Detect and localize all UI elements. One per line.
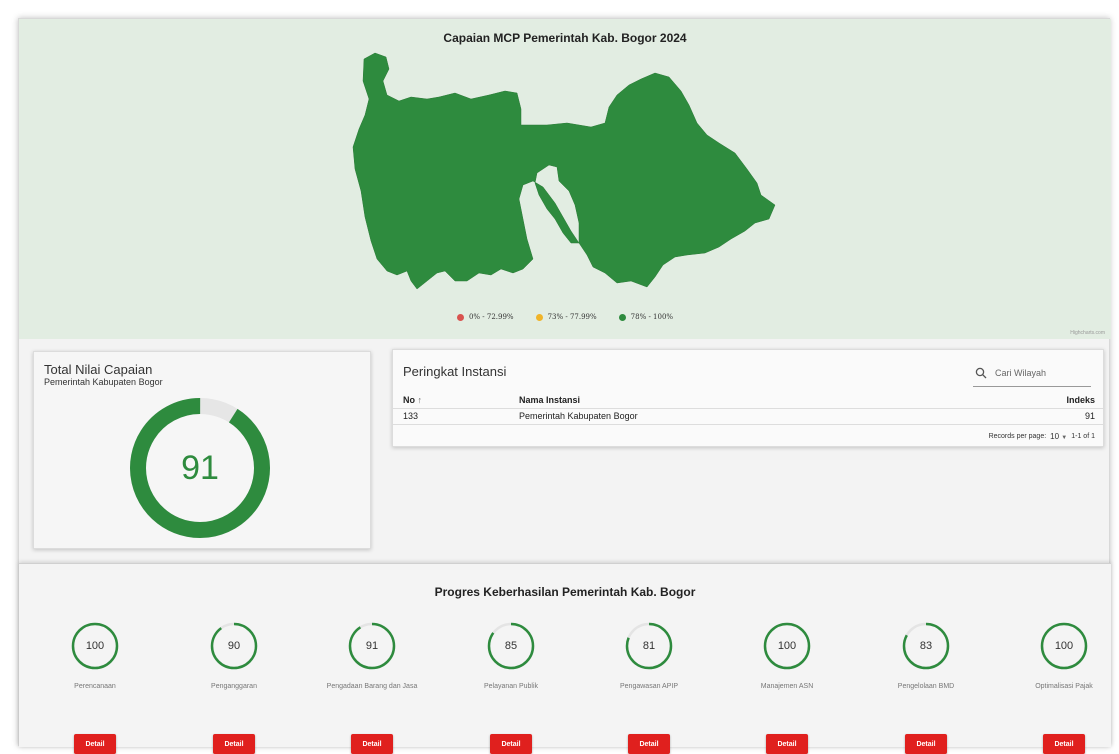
progress-title: Progres Keberhasilan Pemerintah Kab. Bog…	[434, 585, 696, 599]
search-input[interactable]	[995, 368, 1075, 378]
progress-value: 91	[365, 640, 379, 652]
progress-label: Pengelolaan BMD	[897, 683, 955, 690]
records-per-page-select[interactable]: 10 ▼	[1050, 432, 1067, 441]
column-header-no-label: No	[403, 395, 415, 405]
row-index: 91	[1084, 411, 1095, 421]
progress-value: 81	[642, 640, 656, 652]
detail-button[interactable]: Detail	[766, 734, 808, 754]
column-header-name[interactable]: Nama Instansi	[519, 395, 580, 405]
dashboard-frame: Capaian MCP Pemerintah Kab. Bogor 2024 0…	[18, 18, 1111, 754]
progress-label: Pengawasan APIP	[620, 683, 678, 690]
detail-button[interactable]: Detail	[74, 734, 116, 754]
progress-value: 100	[85, 640, 105, 652]
map-canvas	[352, 52, 776, 290]
detail-button[interactable]: Detail	[351, 734, 393, 754]
map-legend: 0% - 72.99% 73% - 77.99% 78% - 100%	[19, 313, 1111, 321]
records-per-page-value: 10	[1050, 432, 1060, 441]
total-score-value: 91	[181, 448, 219, 487]
records-per-page-label: Records per page:	[988, 433, 1047, 440]
search-icon	[975, 367, 987, 379]
progress-value: 100	[777, 640, 797, 652]
legend-item[interactable]: 0% - 72.99%	[456, 313, 514, 321]
map-region-bogor[interactable]	[352, 52, 776, 290]
column-header-index[interactable]: Indeks	[1066, 395, 1095, 405]
progress-value: 100	[1054, 640, 1074, 652]
legend-item[interactable]: 78% - 100%	[618, 313, 674, 321]
progress-card: Progres Keberhasilan Pemerintah Kab. Bog…	[19, 563, 1111, 754]
row-no: 133	[403, 411, 419, 421]
row-divider	[393, 424, 1103, 425]
progress-label: Optimalisasi Pajak	[1035, 683, 1093, 690]
ranking-title: Peringkat Instansi	[403, 364, 507, 379]
pagination-range: 1-1 of 1	[1071, 433, 1095, 440]
row-name: Pemerintah Kabupaten Bogor	[519, 411, 638, 421]
detail-button[interactable]: Detail	[628, 734, 670, 754]
progress-value: 90	[227, 640, 241, 652]
ranking-card: Peringkat Instansi No ↑ Nama Instansi In…	[392, 349, 1104, 447]
total-score-subtitle: Pemerintah Kabupaten Bogor	[44, 377, 163, 387]
detail-button[interactable]: Detail	[905, 734, 947, 754]
legend-dot-icon	[535, 313, 543, 321]
legend-item[interactable]: 73% - 77.99%	[535, 313, 597, 321]
highcharts-credits[interactable]: Highcharts.com	[1070, 330, 1105, 336]
progress-label: Pengadaan Barang dan Jasa	[326, 683, 418, 690]
sort-arrow-up-icon: ↑	[417, 395, 423, 405]
progress-label: Penganggaran	[211, 683, 257, 690]
legend-dot-icon	[618, 313, 626, 321]
header-divider	[393, 408, 1103, 409]
search-box[interactable]	[973, 360, 1091, 387]
legend-label: 73% - 77.99%	[547, 313, 597, 321]
progress-label: Perencanaan	[74, 683, 116, 690]
progress-value: 85	[504, 640, 518, 652]
caret-down-icon: ▼	[1061, 435, 1068, 441]
progress-value: 83	[919, 640, 933, 652]
column-header-no[interactable]: No ↑	[403, 395, 422, 405]
total-score-card: Total Nilai Capaian Pemerintah Kabupaten…	[33, 351, 371, 549]
detail-button[interactable]: Detail	[1043, 734, 1085, 754]
progress-label: Pelayanan Publik	[483, 683, 539, 690]
map-panel: Capaian MCP Pemerintah Kab. Bogor 2024 0…	[19, 19, 1111, 339]
legend-label: 0% - 72.99%	[468, 313, 514, 321]
total-score-title: Total Nilai Capaian	[44, 362, 153, 377]
detail-button[interactable]: Detail	[490, 734, 532, 754]
legend-label: 78% - 100%	[630, 313, 674, 321]
pagination: Records per page: 10 ▼ 1-1 of 1	[989, 432, 1095, 441]
progress-label: Manajemen ASN	[760, 683, 814, 690]
detail-button[interactable]: Detail	[213, 734, 255, 754]
legend-dot-icon	[456, 313, 464, 321]
